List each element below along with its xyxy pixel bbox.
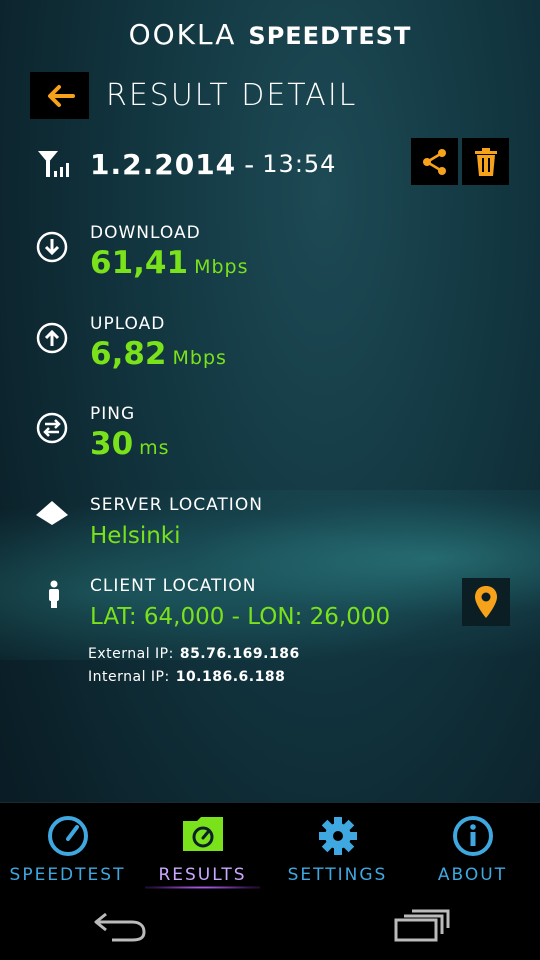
brand-left: OOKLA bbox=[128, 18, 237, 51]
tab-speedtest[interactable]: SPEEDTEST bbox=[0, 803, 135, 891]
speedometer-icon bbox=[47, 816, 88, 856]
external-ip-row: External IP: 85.76.169.186 bbox=[88, 646, 300, 662]
external-ip-label: External IP: bbox=[88, 646, 174, 662]
results-folder-icon bbox=[182, 817, 223, 851]
upload-value: 6,82 bbox=[90, 336, 167, 372]
ping-value-row: 30 ms bbox=[90, 426, 170, 462]
tab-results[interactable]: RESULTS bbox=[135, 803, 270, 891]
share-button[interactable] bbox=[411, 138, 458, 185]
download-icon bbox=[36, 231, 68, 263]
client-value-row: LAT: 64,000 - LON: 26,000 bbox=[90, 604, 390, 630]
upload-icon bbox=[36, 322, 68, 354]
trash-icon bbox=[474, 147, 497, 176]
internal-ip-row: Internal IP: 10.186.6.188 bbox=[88, 669, 285, 685]
system-nav-bar bbox=[0, 890, 540, 960]
brand-right: SPEEDTEST bbox=[248, 22, 412, 50]
tab-about-label: ABOUT bbox=[437, 865, 508, 885]
download-value-row: 61,41 Mbps bbox=[90, 245, 248, 281]
external-ip-value: 85.76.169.186 bbox=[179, 646, 300, 662]
server-value-row: Helsinki bbox=[90, 523, 181, 549]
delete-button[interactable] bbox=[462, 138, 509, 185]
server-icon bbox=[36, 501, 68, 525]
map-pin-icon bbox=[475, 586, 497, 618]
internal-ip-label: Internal IP: bbox=[88, 669, 170, 685]
back-button[interactable] bbox=[30, 72, 89, 119]
tab-bar: SPEEDTEST RESULTS SETTINGS ABOUT bbox=[0, 802, 540, 891]
share-icon bbox=[422, 148, 446, 175]
tab-settings-label: SETTINGS bbox=[287, 865, 388, 885]
upload-unit: Mbps bbox=[172, 347, 227, 369]
upload-label: UPLOAD bbox=[90, 314, 166, 334]
server-value: Helsinki bbox=[90, 523, 181, 549]
download-unit: Mbps bbox=[194, 256, 249, 278]
nav-recent-icon[interactable] bbox=[394, 908, 450, 942]
map-button[interactable] bbox=[462, 578, 510, 626]
tab-speedtest-label: SPEEDTEST bbox=[9, 865, 126, 885]
gear-icon bbox=[318, 817, 357, 855]
internal-ip-value: 10.186.6.188 bbox=[175, 669, 286, 685]
tab-settings[interactable]: SETTINGS bbox=[270, 803, 405, 891]
ping-label: PING bbox=[90, 404, 136, 424]
client-label: CLIENT LOCATION bbox=[90, 576, 257, 596]
ping-value: 30 bbox=[90, 426, 134, 462]
server-label: SERVER LOCATION bbox=[90, 495, 263, 515]
result-time: 13:54 bbox=[262, 150, 337, 178]
client-icon bbox=[49, 580, 59, 608]
result-datetime: 1.2.2014 - 13:54 bbox=[36, 142, 336, 186]
nav-back-icon[interactable] bbox=[92, 910, 148, 942]
date-separator: - bbox=[244, 147, 255, 181]
upload-value-row: 6,82 Mbps bbox=[90, 336, 227, 372]
page-title: RESULT DETAIL bbox=[106, 78, 358, 113]
tab-results-label: RESULTS bbox=[158, 865, 247, 885]
download-value: 61,41 bbox=[90, 245, 189, 281]
ping-unit: ms bbox=[139, 437, 170, 459]
ping-icon bbox=[36, 412, 68, 444]
download-label: DOWNLOAD bbox=[90, 223, 201, 243]
back-arrow-icon bbox=[47, 84, 75, 107]
background-wave bbox=[0, 490, 540, 660]
app-logo: OOKLA SPEEDTEST bbox=[0, 18, 540, 51]
client-value: LAT: 64,000 - LON: 26,000 bbox=[90, 604, 391, 630]
antenna-icon bbox=[38, 151, 69, 177]
tab-about[interactable]: ABOUT bbox=[405, 803, 540, 891]
info-icon bbox=[452, 816, 493, 856]
result-date: 1.2.2014 bbox=[90, 147, 237, 181]
